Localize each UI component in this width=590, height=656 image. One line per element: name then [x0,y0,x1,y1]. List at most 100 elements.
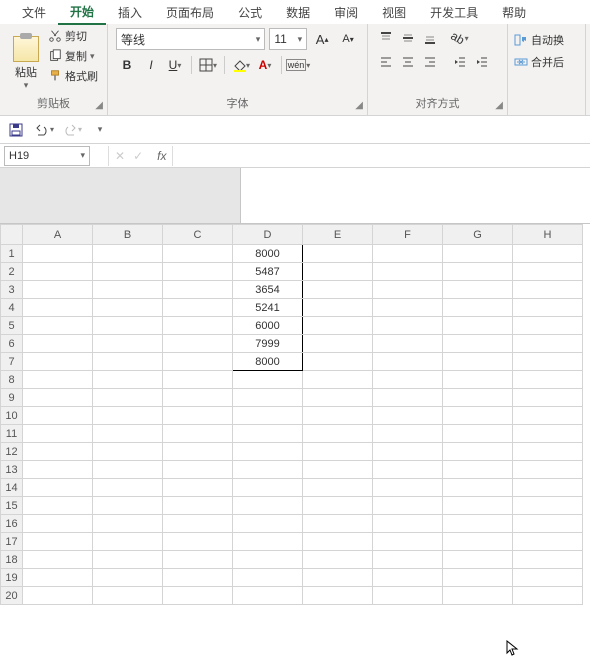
cell-D19[interactable] [233,569,303,587]
cell-H16[interactable] [513,515,583,533]
align-bottom-button[interactable] [420,28,440,48]
cell-A4[interactable] [23,299,93,317]
cell-E18[interactable] [303,551,373,569]
cell-B18[interactable] [93,551,163,569]
cell-E12[interactable] [303,443,373,461]
cell-B4[interactable] [93,299,163,317]
dialog-launcher-icon[interactable]: ◢ [495,100,503,111]
row-header-6[interactable]: 6 [1,335,23,353]
menu-item-2[interactable]: 插入 [106,1,154,24]
col-header-C[interactable]: C [163,225,233,245]
cell-B12[interactable] [93,443,163,461]
cell-G19[interactable] [443,569,513,587]
cell-A19[interactable] [23,569,93,587]
cell-A5[interactable] [23,317,93,335]
copy-button[interactable]: 复制▾ [48,48,98,64]
cell-C10[interactable] [163,407,233,425]
cell-F3[interactable] [373,281,443,299]
cell-D16[interactable] [233,515,303,533]
cell-D20[interactable] [233,587,303,605]
cell-B9[interactable] [93,389,163,407]
cell-D17[interactable] [233,533,303,551]
cell-B19[interactable] [93,569,163,587]
cell-E8[interactable] [303,371,373,389]
wrap-text-button[interactable]: 自动换 [514,32,577,48]
row-header-12[interactable]: 12 [1,443,23,461]
cell-G14[interactable] [443,479,513,497]
cell-A11[interactable] [23,425,93,443]
cell-A18[interactable] [23,551,93,569]
menu-item-4[interactable]: 公式 [226,1,274,24]
cell-F2[interactable] [373,263,443,281]
cell-H14[interactable] [513,479,583,497]
cell-B10[interactable] [93,407,163,425]
col-header-H[interactable]: H [513,225,583,245]
cell-H9[interactable] [513,389,583,407]
cell-B7[interactable] [93,353,163,371]
row-header-11[interactable]: 11 [1,425,23,443]
cell-F18[interactable] [373,551,443,569]
col-header-E[interactable]: E [303,225,373,245]
cell-F17[interactable] [373,533,443,551]
cell-B14[interactable] [93,479,163,497]
fill-color-button[interactable]: ▾ [230,54,252,76]
menu-item-6[interactable]: 审阅 [322,1,370,24]
cell-G16[interactable] [443,515,513,533]
cell-C15[interactable] [163,497,233,515]
cell-G9[interactable] [443,389,513,407]
cell-G6[interactable] [443,335,513,353]
cell-H6[interactable] [513,335,583,353]
row-header-9[interactable]: 9 [1,389,23,407]
cell-A3[interactable] [23,281,93,299]
row-header-16[interactable]: 16 [1,515,23,533]
dialog-launcher-icon[interactable]: ◢ [355,100,363,111]
cell-C7[interactable] [163,353,233,371]
cell-E9[interactable] [303,389,373,407]
row-header-3[interactable]: 3 [1,281,23,299]
menu-item-8[interactable]: 开发工具 [418,1,490,24]
cell-G17[interactable] [443,533,513,551]
cell-H8[interactable] [513,371,583,389]
cell-F19[interactable] [373,569,443,587]
decrease-indent-button[interactable] [450,52,470,72]
row-header-15[interactable]: 15 [1,497,23,515]
cell-G18[interactable] [443,551,513,569]
cell-D11[interactable] [233,425,303,443]
cell-C5[interactable] [163,317,233,335]
cell-C17[interactable] [163,533,233,551]
cell-G5[interactable] [443,317,513,335]
cell-G1[interactable] [443,245,513,263]
cell-C9[interactable] [163,389,233,407]
cell-H15[interactable] [513,497,583,515]
cell-H20[interactable] [513,587,583,605]
cell-E17[interactable] [303,533,373,551]
cell-F14[interactable] [373,479,443,497]
col-header-F[interactable]: F [373,225,443,245]
cell-C6[interactable] [163,335,233,353]
cell-C8[interactable] [163,371,233,389]
cut-button[interactable]: 剪切 [48,28,98,44]
bold-button[interactable]: B [116,54,138,76]
cell-D8[interactable] [233,371,303,389]
cell-C13[interactable] [163,461,233,479]
cell-F11[interactable] [373,425,443,443]
align-right-button[interactable] [420,52,440,72]
cell-A1[interactable] [23,245,93,263]
cell-F7[interactable] [373,353,443,371]
cell-D5[interactable]: 6000 [233,317,303,335]
menu-item-3[interactable]: 页面布局 [154,1,226,24]
col-header-A[interactable]: A [23,225,93,245]
cell-A16[interactable] [23,515,93,533]
cell-G11[interactable] [443,425,513,443]
cell-C3[interactable] [163,281,233,299]
cell-G4[interactable] [443,299,513,317]
name-box[interactable]: H19▾ [4,146,90,166]
menu-item-0[interactable]: 文件 [10,1,58,24]
increase-indent-button[interactable] [472,52,492,72]
menu-item-1[interactable]: 开始 [58,0,106,25]
cell-H11[interactable] [513,425,583,443]
format-painter-button[interactable]: 格式刷 [48,68,98,84]
cancel-formula-button[interactable]: ✕ [115,149,125,163]
cell-B11[interactable] [93,425,163,443]
cell-H3[interactable] [513,281,583,299]
